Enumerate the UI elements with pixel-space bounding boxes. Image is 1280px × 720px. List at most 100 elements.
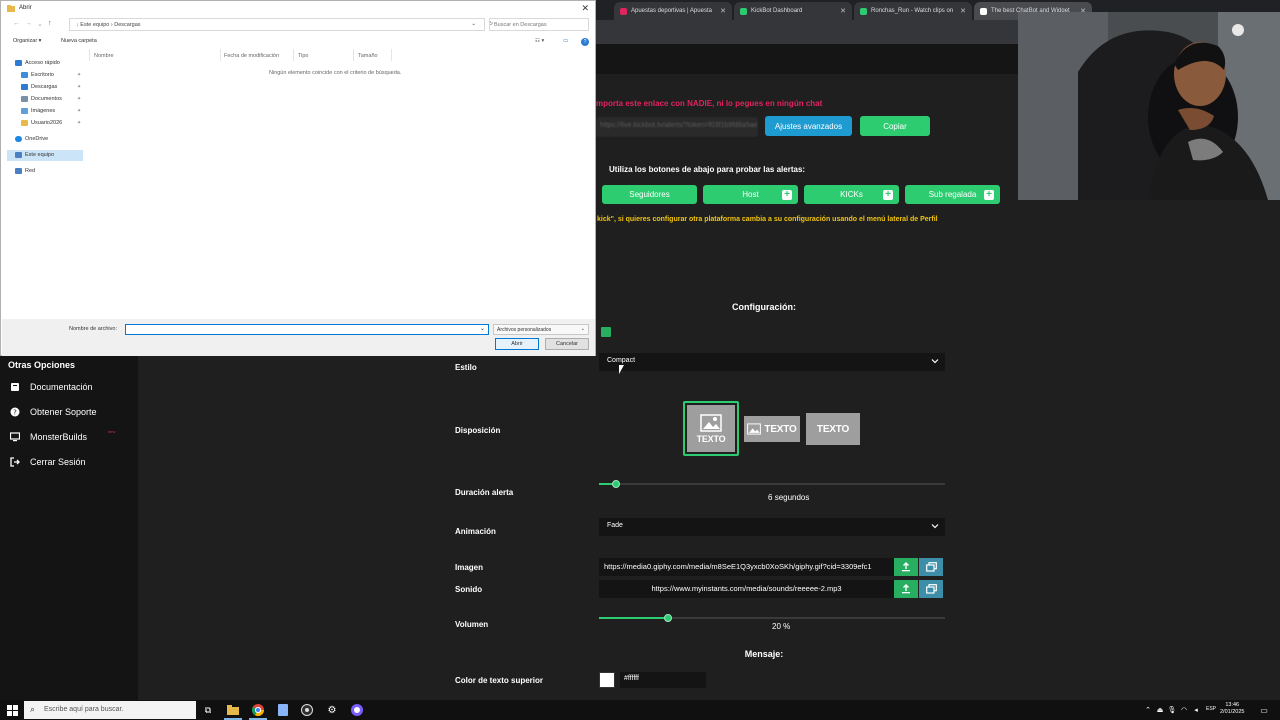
test-kicks-button[interactable]: KICKs + <box>804 185 899 204</box>
nav-item-documents[interactable]: Documentos <box>21 94 62 104</box>
windows-start-icon[interactable] <box>6 704 18 716</box>
file-explorer-icon[interactable] <box>227 704 239 716</box>
enabled-indicator[interactable] <box>601 327 611 337</box>
notifications-icon[interactable]: ▭ <box>1258 704 1270 716</box>
image-label: Imagen <box>455 563 484 572</box>
chrome-icon[interactable] <box>252 704 264 716</box>
pin-icon[interactable]: ✦ <box>77 108 81 114</box>
sidebar-item-documentacion[interactable]: Documentación <box>10 379 93 395</box>
volume-icon[interactable]: ◂ <box>1190 704 1202 716</box>
image-url-input[interactable]: https://media0.giphy.com/media/m8SeE1Q3y… <box>599 558 894 576</box>
microphone-icon[interactable]: 🎙 <box>1166 704 1178 716</box>
taskbar-search-input[interactable]: ⌕ Escribe aquí para buscar. <box>24 701 196 719</box>
color-swatch[interactable] <box>599 672 615 688</box>
forward-icon[interactable]: → <box>25 20 32 27</box>
chevron-down-icon <box>931 524 939 529</box>
view-options-icon[interactable]: ☷ ▾ <box>535 38 544 44</box>
animation-select-value: Fade <box>607 522 623 529</box>
layout-stacked[interactable]: TEXTO <box>687 405 735 452</box>
sidebar-item-monsterbuilds[interactable]: MonsterBuilds <box>10 429 87 445</box>
obs-icon[interactable] <box>301 704 313 716</box>
copy-button[interactable]: Copiar <box>860 116 930 136</box>
language-indicator[interactable]: ESP <box>1206 706 1216 712</box>
chevron-down-icon[interactable]: ⌄ <box>471 21 476 27</box>
book-icon <box>10 382 20 392</box>
column-header-date[interactable]: Fecha de modificación <box>224 53 279 59</box>
column-header-name[interactable]: Nombre <box>94 53 114 59</box>
up-icon[interactable]: ↑ <box>48 20 52 27</box>
filetype-select[interactable]: Archivos personalizados ⌄ <box>493 324 589 335</box>
test-host-button[interactable]: Host + <box>703 185 798 204</box>
nav-item-pictures[interactable]: Imágenes <box>21 106 55 116</box>
screen: Otras Opciones Documentación ? Obtener S… <box>0 0 1280 720</box>
close-icon[interactable]: ✕ <box>836 7 846 15</box>
open-button[interactable]: Abrir <box>495 338 539 350</box>
tray-network-icon[interactable]: ⏏ <box>1154 704 1166 716</box>
nav-item-onedrive[interactable]: OneDrive <box>15 134 48 144</box>
preview-pane-icon[interactable]: ▭ <box>563 38 568 44</box>
sidebar-item-label: Obtener Soporte <box>30 407 97 417</box>
close-icon[interactable]: ✕ <box>956 7 966 15</box>
nav-item-desktop[interactable]: Escritorio <box>21 70 54 80</box>
duration-slider-thumb[interactable] <box>612 480 620 488</box>
app-icon-chat[interactable] <box>351 704 363 716</box>
settings-icon[interactable]: ⚙ <box>326 704 338 716</box>
close-icon[interactable]: ✕ <box>581 3 589 14</box>
address-breadcrumb[interactable]: ↓ Este equipo › Descargas ⌄ ↻ <box>69 18 493 31</box>
advanced-settings-button[interactable]: Ajustes avanzados <box>765 116 852 136</box>
task-view-icon[interactable]: ⧉ <box>202 704 214 716</box>
layout-side[interactable]: TEXTO <box>744 416 800 442</box>
sidebar-item-logout[interactable]: Cerrar Sesión <box>10 454 86 470</box>
wifi-icon[interactable]: ◠ <box>1178 704 1190 716</box>
column-header-type[interactable]: Tipo <box>298 53 309 59</box>
sound-url-input[interactable]: https://www.myinstants.com/media/sounds/… <box>599 580 894 598</box>
pin-icon[interactable]: ✦ <box>77 96 81 102</box>
nav-item-downloads[interactable]: Descargas <box>21 82 57 92</box>
cancel-button[interactable]: Cancelar <box>545 338 589 350</box>
nav-item-network[interactable]: Red <box>15 166 35 176</box>
tab-title: KickBot Dashboard <box>751 8 803 14</box>
pin-icon[interactable]: ✦ <box>77 84 81 90</box>
breadcrumb-item[interactable]: Descargas <box>114 22 140 28</box>
animation-select[interactable]: Fade <box>599 518 945 536</box>
nav-item-this-pc[interactable]: Este equipo <box>15 150 54 160</box>
new-folder-button[interactable]: Nueva carpeta <box>61 38 97 44</box>
pin-icon[interactable]: ✦ <box>77 120 81 126</box>
gallery-image-button[interactable] <box>919 558 943 576</box>
duration-slider-track[interactable] <box>599 483 945 485</box>
desktop-icon <box>21 72 28 78</box>
app-icon-docs[interactable] <box>277 704 289 716</box>
nav-item-user-folder[interactable]: Usuario2026 <box>21 118 62 128</box>
filename-input[interactable]: ⌄ <box>125 324 489 335</box>
layout-overlay[interactable]: TEXTO <box>806 413 860 445</box>
breadcrumb-item[interactable]: Este equipo <box>80 22 109 28</box>
back-icon[interactable]: ← <box>13 20 20 27</box>
upload-sound-button[interactable] <box>894 580 918 598</box>
test-gifted-sub-button[interactable]: Sub regalada + <box>905 185 1000 204</box>
taskbar-clock[interactable]: 13:46 2/01/2025 <box>1220 702 1244 716</box>
nav-item-quick-access[interactable]: Acceso rápido <box>15 58 60 68</box>
tray-expand-icon[interactable]: ⌃ <box>1142 704 1154 716</box>
pin-icon[interactable]: ✦ <box>77 72 81 78</box>
tab-favicon <box>740 7 747 15</box>
help-icon[interactable]: ? <box>581 38 589 46</box>
browser-tab[interactable]: Ronchas_Run - Watch clips on ✕ <box>854 2 972 20</box>
volume-slider-thumb[interactable] <box>664 614 672 622</box>
color-hex-input[interactable]: #ffffff <box>620 672 706 688</box>
browser-tab[interactable]: Apuestas deportivas | Apuesta ✕ <box>614 2 732 20</box>
browser-tab[interactable]: KickBot Dashboard ✕ <box>734 2 852 20</box>
close-icon[interactable]: ✕ <box>716 7 726 15</box>
duration-label: Duración alerta <box>455 488 514 497</box>
upload-image-button[interactable] <box>894 558 918 576</box>
style-label: Estilo <box>455 363 477 372</box>
chevron-down-icon[interactable]: ⌄ <box>37 20 43 28</box>
column-header-size[interactable]: Tamaño <box>358 53 378 59</box>
dialog-search-input[interactable]: Buscar en Descargas <box>489 18 589 31</box>
alert-link-field[interactable]: https://live.kickbot.tv/alerts/?token=f0… <box>596 117 758 137</box>
gallery-sound-button[interactable] <box>919 580 943 598</box>
style-select[interactable]: Compact <box>599 353 945 371</box>
sidebar-item-soporte[interactable]: ? Obtener Soporte <box>10 404 97 420</box>
star-icon <box>15 60 22 66</box>
test-followers-button[interactable]: Seguidores <box>602 185 697 204</box>
organize-menu[interactable]: Organizar ▾ <box>13 38 41 44</box>
